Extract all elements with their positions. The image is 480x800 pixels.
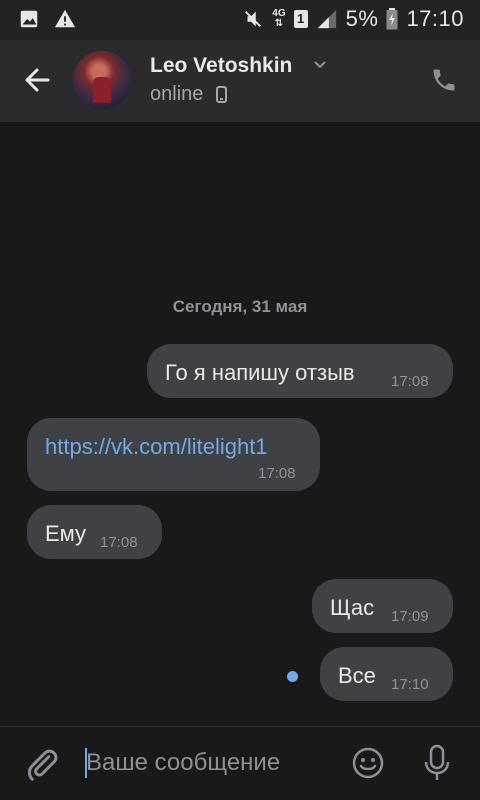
unread-indicator <box>287 671 298 682</box>
message-text: Щас <box>330 595 375 620</box>
status-bar-left <box>18 8 76 30</box>
battery-percent: 5% <box>345 6 379 31</box>
message-bubble-outgoing[interactable]: Все 17:10 <box>320 647 453 701</box>
message-bubble-incoming[interactable]: Ему 17:08 <box>27 505 162 559</box>
message-bubble-incoming[interactable]: https://vk.com/litelight1 17:08 <box>27 418 320 491</box>
mute-icon <box>245 11 262 27</box>
mobile-device-icon <box>216 86 227 103</box>
data-arrows-icon: ⇅ <box>274 18 284 29</box>
contact-name[interactable]: Leo Vetoshkin <box>150 54 292 78</box>
paperclip-icon[interactable] <box>24 747 60 783</box>
network-indicator: 4G ⇅ <box>272 9 285 29</box>
date-separator: Сегодня, 31 мая <box>172 297 308 316</box>
chat-header: Leo Vetoshkin online <box>0 40 480 122</box>
signal-icon <box>317 9 336 29</box>
chat-screen: 4G ⇅ 1 5% 17:10 Leo Vetoshkin online Сег… <box>0 0 480 800</box>
message-bubble-outgoing[interactable]: Щас 17:09 <box>312 579 453 633</box>
message-time: 17:08 <box>258 465 296 482</box>
back-arrow-icon[interactable] <box>20 62 56 98</box>
message-time: 17:10 <box>391 676 429 693</box>
message-bubble-outgoing[interactable]: Го я напишу отзыв 17:08 <box>147 344 453 398</box>
emoji-icon[interactable] <box>351 746 385 780</box>
clock: 17:10 <box>406 6 464 31</box>
microphone-icon[interactable] <box>422 743 452 783</box>
message-text: Ему <box>45 521 87 546</box>
warning-icon <box>54 9 76 28</box>
status-bar: 4G ⇅ 1 5% 17:10 <box>0 0 480 40</box>
message-link[interactable]: https://vk.com/litelight1 <box>45 434 268 460</box>
message-time: 17:08 <box>391 373 429 390</box>
image-icon <box>20 10 38 28</box>
message-time: 17:09 <box>391 608 429 625</box>
chevron-down-icon[interactable] <box>313 60 327 70</box>
message-text: Го я напишу отзыв <box>165 360 355 385</box>
message-time: 17:08 <box>100 534 138 551</box>
contact-avatar[interactable] <box>73 51 131 109</box>
message-composer <box>0 727 480 800</box>
battery-icon <box>386 8 398 30</box>
message-input[interactable] <box>86 745 336 781</box>
sim-badge: 1 <box>293 10 308 28</box>
contact-status: online <box>150 83 204 105</box>
status-bar-right: 4G ⇅ 1 5% 17:10 <box>242 6 464 32</box>
call-icon[interactable] <box>430 66 458 94</box>
message-text: Все <box>338 663 376 688</box>
